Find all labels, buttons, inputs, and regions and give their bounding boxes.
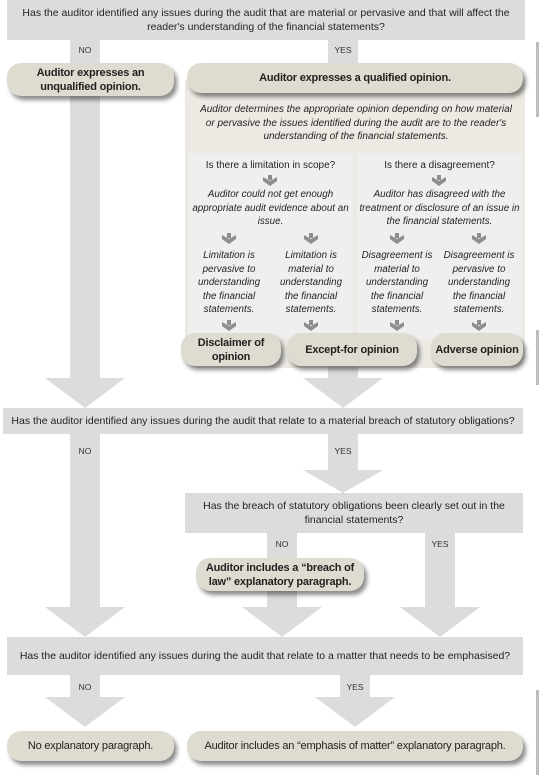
down-chevron-icon [263,175,277,186]
no-arrow-shaft [70,434,100,607]
down-chevron-icon [390,233,404,244]
unqualified-opinion-outcome: Auditor expresses an unqualified opinion… [7,63,174,96]
no-label: NO [78,682,92,692]
down-chevron-icon [472,233,486,244]
yes-arrow-head [400,607,480,637]
scope-material: Limitation is material to understanding … [279,250,343,315]
no-explanatory-paragraph-outcome: No explanatory paragraph. [7,731,174,761]
emphasis-of-matter-outcome: Auditor includes an “emphasis of matter”… [187,731,523,761]
no-label: NO [78,45,92,55]
edge-mark [536,690,539,775]
disagreement-material: Disagreement is material to understandin… [361,250,433,315]
down-chevron-icon [222,320,236,331]
adverse-opinion-outcome: Adverse opinion [431,333,523,366]
no-arrow-head [45,607,125,637]
disclaimer-opinion-outcome: Disclaimer of opinion [181,333,281,366]
down-chevron-icon [304,320,318,331]
edge-mark [536,42,539,117]
no-arrow-head [242,607,322,637]
qualified-arrow-head [303,378,383,408]
determines-opinion-text: Auditor determines the appropriate opini… [200,104,512,142]
outcome-text: Auditor includes an “emphasis of matter”… [204,740,506,752]
scope-question: Is there a limitation in scope? [205,160,336,171]
outcome-text: Auditor expresses a qualified opinion. [259,72,451,84]
scope-pervasive: Limitation is pervasive to understanding… [197,250,261,315]
yes-label: YES [431,539,449,549]
down-chevron-icon [304,233,318,244]
down-chevron-icon [472,320,486,331]
no-label: NO [275,539,289,549]
outcome-text: Except-for opinion [305,343,399,356]
yes-label: YES [334,446,352,456]
except-for-opinion-outcome: Except-for opinion [287,333,417,366]
question-breach-set-out: Has the breach of statutory obligations … [185,493,523,533]
yes-label: YES [346,682,364,692]
down-chevron-icon [222,233,236,244]
disagreement-question: Is there a disagreement? [384,160,495,171]
down-chevron-icon [390,320,404,331]
question-emphasis: Has the auditor identified any issues du… [7,637,523,675]
outcome-text: Auditor expresses an unqualified opinion… [36,66,145,93]
question-text: Has the breach of statutory obligations … [203,500,505,526]
down-chevron-icon [432,175,446,186]
outcome-text: No explanatory paragraph. [27,740,154,752]
yes-arrow-head [303,470,383,493]
outcome-text: Adverse opinion [435,343,519,356]
disagreement-detail: Auditor has disagreed with the treatment… [359,189,520,227]
no-arrow-head [45,697,125,727]
breach-of-law-outcome: Auditor includes a “breach of law” expla… [196,558,364,591]
qualified-opinion-outcome: Auditor expresses a qualified opinion. [187,63,523,93]
question-text: Has the auditor identified any issues du… [11,415,515,427]
no-arrow-head [45,378,125,408]
disagreement-pervasive: Disagreement is pervasive to understandi… [443,250,515,315]
yes-label: YES [334,45,352,55]
question-statutory-breach: Has the auditor identified any issues du… [3,408,523,434]
yes-arrow-head [315,697,395,727]
outcome-text: Disclaimer of opinion [197,336,265,363]
no-label: NO [78,446,92,456]
question-text: Has the auditor identified any issues du… [22,7,510,33]
outcome-text: Auditor includes a “breach of law” expla… [205,561,355,588]
question-text: Has the auditor identified any issues du… [19,650,511,662]
edge-mark [536,330,539,385]
scope-detail: Auditor could not get enough appropriate… [192,189,349,227]
question-material-pervasive: Has the auditor identified any issues du… [7,0,525,40]
